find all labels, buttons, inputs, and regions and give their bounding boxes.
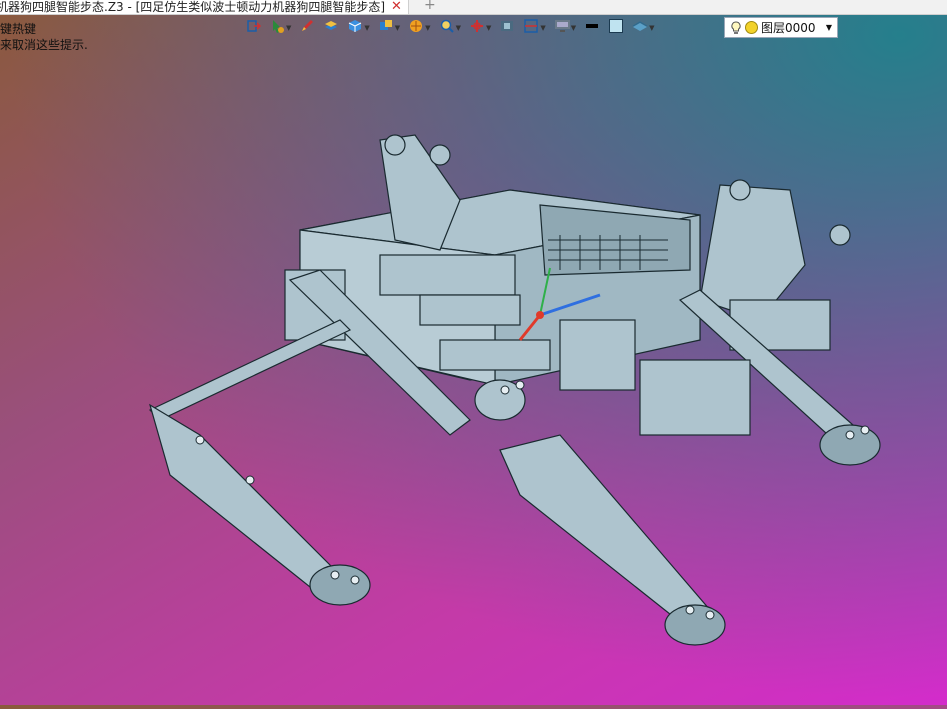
cube-icon <box>347 18 363 38</box>
line-color-button[interactable] <box>582 18 602 38</box>
solid-view-button[interactable]: ▼ <box>345 18 371 38</box>
zoom-icon <box>439 18 455 38</box>
camera-button[interactable] <box>497 18 517 38</box>
monitor-icon <box>554 18 570 38</box>
black-line-icon <box>584 18 600 38</box>
document-tab[interactable]: 机器狗四腿智能步态.Z3 - [四足仿生类似波士顿动力机器狗四腿智能步态] ✕ <box>0 0 409 14</box>
chevron-down-icon: ▼ <box>540 24 546 32</box>
lightbulb-icon[interactable] <box>730 20 742 35</box>
render-button[interactable]: ▼ <box>406 18 432 38</box>
pen-icon <box>299 18 315 38</box>
light-square-icon <box>608 18 624 38</box>
view-toolbar: ▼ ▼ ▼ ▼ ▼ ▼ ▼ ▼ ▼ <box>243 17 661 39</box>
document-tab-title: 机器狗四腿智能步态.Z3 - [四足仿生类似波士顿动力机器狗四腿智能步态] <box>0 0 385 14</box>
select-filter-icon <box>269 18 285 38</box>
close-tab-icon[interactable]: ✕ <box>391 0 402 13</box>
render-ball-icon <box>408 18 424 38</box>
clip-button[interactable]: ▼ <box>521 18 547 38</box>
layer-color-icon[interactable] <box>745 21 758 34</box>
chevron-down-icon: ▼ <box>649 24 655 32</box>
view-cube-icon <box>378 18 394 38</box>
select-filter-button[interactable]: ▼ <box>267 18 293 38</box>
leg-rear-left <box>499 359 751 646</box>
chevron-down-icon[interactable]: ▼ <box>826 23 832 32</box>
fill-color-button[interactable] <box>606 18 626 38</box>
origin-button[interactable]: ▼ <box>467 18 493 38</box>
plane-icon <box>632 18 648 38</box>
layer-selector[interactable]: 图层0000 ▼ <box>724 17 838 38</box>
layer-stack-icon <box>323 18 339 38</box>
robot-dog-model <box>148 134 881 646</box>
chevron-down-icon: ▼ <box>286 24 292 32</box>
chevron-down-icon: ▼ <box>485 24 492 32</box>
exit-icon <box>245 18 262 38</box>
display-button[interactable]: ▼ <box>552 18 578 38</box>
chevron-down-icon: ▼ <box>570 24 577 32</box>
layers-button[interactable] <box>321 18 341 38</box>
crosshair-icon <box>469 18 485 38</box>
plane-button[interactable]: ▼ <box>630 18 656 38</box>
view-cube-button[interactable]: ▼ <box>376 18 402 38</box>
chevron-down-icon: ▼ <box>425 24 431 32</box>
document-tabbar: 机器狗四腿智能步态.Z3 - [四足仿生类似波士顿动力机器狗四腿智能步态] ✕ … <box>0 0 947 15</box>
hint-line-1: 键热键 <box>0 22 37 36</box>
zoom-button[interactable]: ▼ <box>437 18 463 38</box>
exit-button[interactable] <box>243 18 263 38</box>
chevron-down-icon: ▼ <box>364 24 370 32</box>
chevron-down-icon: ▼ <box>455 24 461 32</box>
new-tab-icon[interactable]: + <box>424 0 436 12</box>
clip-icon <box>523 18 539 38</box>
chevron-down-icon: ▼ <box>394 24 401 32</box>
layer-name: 图层0000 <box>761 21 816 35</box>
pen-button[interactable] <box>297 18 317 38</box>
3d-viewport[interactable] <box>0 40 947 705</box>
camera-icon <box>499 18 515 38</box>
